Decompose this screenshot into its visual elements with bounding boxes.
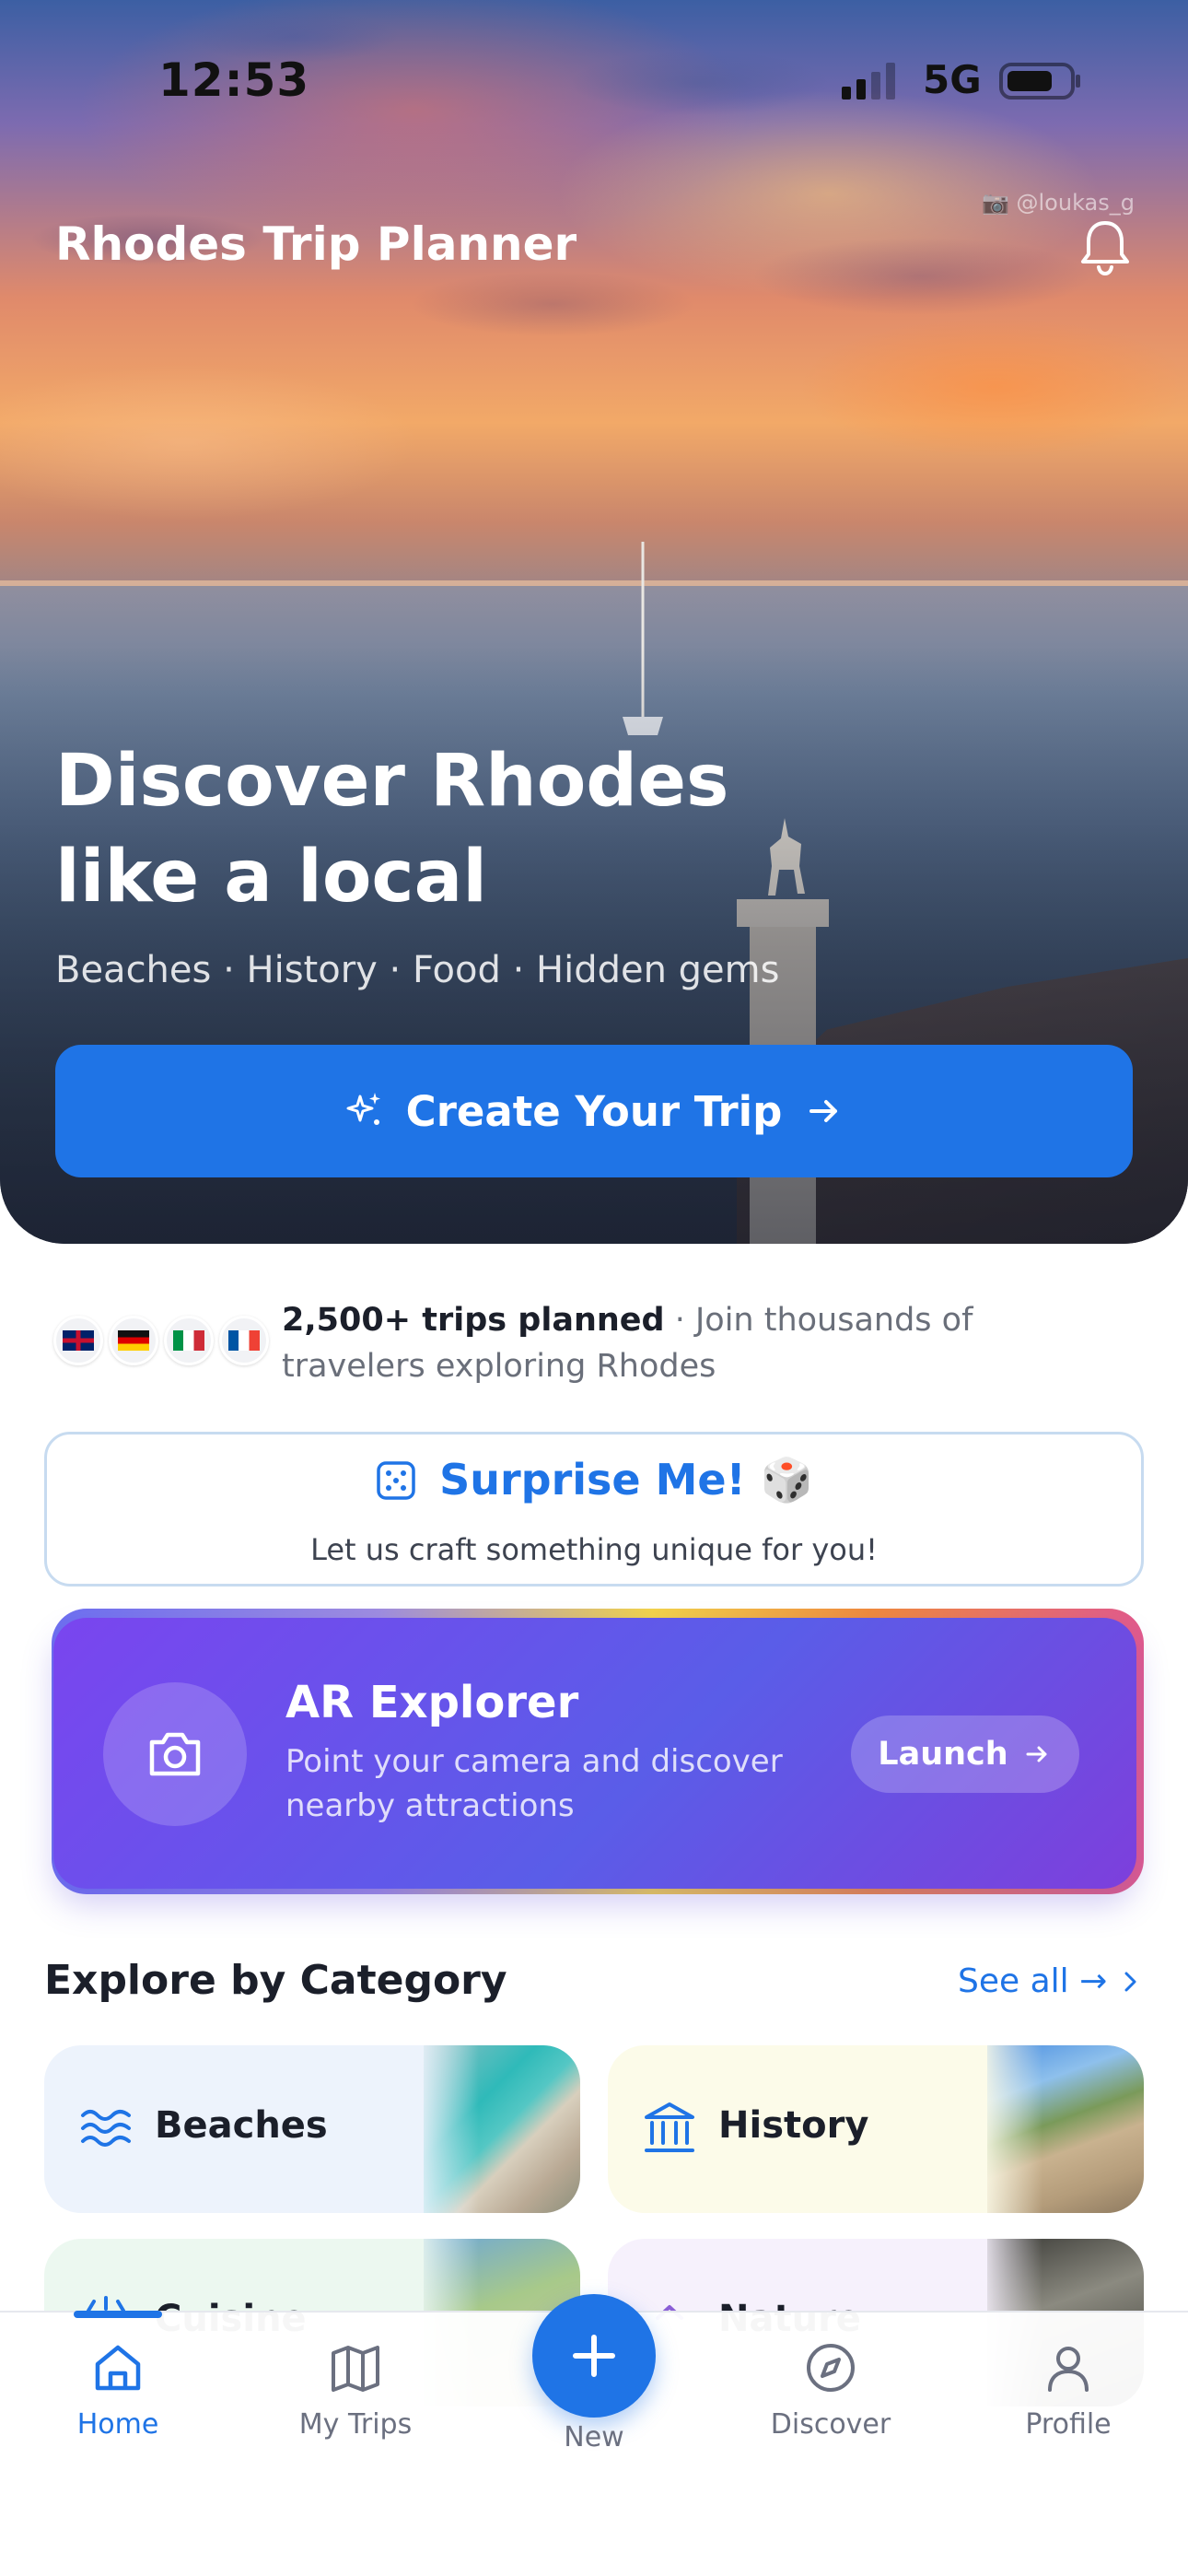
sparkles-icon	[346, 1093, 380, 1125]
nav-home[interactable]: Home	[26, 2340, 210, 2441]
ar-explorer-card[interactable]: AR Explorer Point your camera and discov…	[53, 1618, 1136, 1889]
nav-new-label: New	[564, 2421, 624, 2453]
nav-discover-label: Discover	[770, 2408, 891, 2441]
create-trip-button[interactable]: Create Your Trip	[55, 1045, 1133, 1177]
trips-count: 2,500+ trips planned	[282, 1302, 665, 1339]
nav-profile-label: Profile	[1025, 2408, 1112, 2441]
new-trip-fab[interactable]	[532, 2294, 656, 2418]
landmark-icon	[645, 2102, 694, 2152]
hero-tagline: Beaches · History · Food · Hidden gems	[55, 949, 780, 991]
surprise-me-subtitle: Let us craft something unique for you!	[310, 1532, 878, 1567]
hero-headline: Discover Rhodes like a local	[55, 740, 729, 919]
app-title: Rhodes Trip Planner	[55, 217, 577, 271]
create-trip-label: Create Your Trip	[405, 1086, 783, 1136]
ar-explorer-description: Point your camera and discover nearby at…	[285, 1743, 783, 1824]
arrow-right-icon	[809, 1100, 838, 1122]
photo-credit: 📷 @loukas_g	[982, 190, 1135, 216]
ar-launch-button[interactable]: Launch	[851, 1715, 1079, 1793]
battery-icon	[999, 63, 1080, 100]
cellular-signal-icon	[842, 63, 895, 100]
waves-icon	[81, 2110, 131, 2147]
nav-my-trips-label: My Trips	[298, 2408, 413, 2441]
surprise-me-card[interactable]: Surprise Me! 🎲 Let us craft something un…	[44, 1432, 1144, 1587]
chevron-right-icon	[1124, 1972, 1136, 1991]
nav-profile[interactable]: Profile	[976, 2340, 1160, 2441]
nav-discover[interactable]: Discover	[739, 2340, 923, 2441]
nav-home-label: Home	[76, 2408, 159, 2441]
france-flag-icon	[219, 1316, 269, 1365]
category-beaches[interactable]: Beaches	[44, 2045, 580, 2213]
notification-bell-icon[interactable]	[1077, 217, 1133, 276]
explore-category-title: Explore by Category	[44, 1957, 507, 2004]
nav-my-trips[interactable]: My Trips	[263, 2340, 448, 2441]
arrow-right-icon	[1026, 1746, 1047, 1762]
photo-fade	[414, 2045, 479, 2213]
germany-flag-icon	[109, 1316, 158, 1365]
uk-flag-icon	[53, 1316, 103, 1365]
active-tab-indicator	[74, 2311, 162, 2318]
network-type: 5G	[923, 57, 982, 102]
camera-icon-container	[103, 1682, 247, 1826]
social-proof-text: 2,500+ trips planned · Join thousands of…	[282, 1297, 1111, 1389]
traveler-flags	[53, 1316, 269, 1365]
plus-icon	[573, 2335, 615, 2377]
dice-icon	[377, 1460, 415, 1500]
status-time: 12:53	[158, 53, 310, 107]
user-icon	[1048, 2347, 1089, 2392]
home-icon	[95, 2345, 141, 2391]
see-all-link[interactable]: See all →	[958, 1962, 1144, 2000]
surprise-me-title: Surprise Me! 🎲	[47, 1455, 1141, 1505]
map-icon	[332, 2346, 379, 2392]
ar-explorer-title: AR Explorer	[285, 1677, 579, 1728]
category-history[interactable]: History	[608, 2045, 1144, 2213]
compass-icon	[807, 2344, 855, 2392]
category-label: History	[718, 2104, 869, 2147]
surprise-me-label: Surprise Me! 🎲	[439, 1455, 813, 1505]
category-label: Beaches	[155, 2104, 328, 2147]
italy-flag-icon	[164, 1316, 214, 1365]
see-all-label: See all →	[958, 1962, 1108, 2000]
ar-launch-label: Launch	[878, 1736, 1008, 1773]
camera-icon	[149, 1732, 201, 1776]
photo-fade	[978, 2045, 1042, 2213]
